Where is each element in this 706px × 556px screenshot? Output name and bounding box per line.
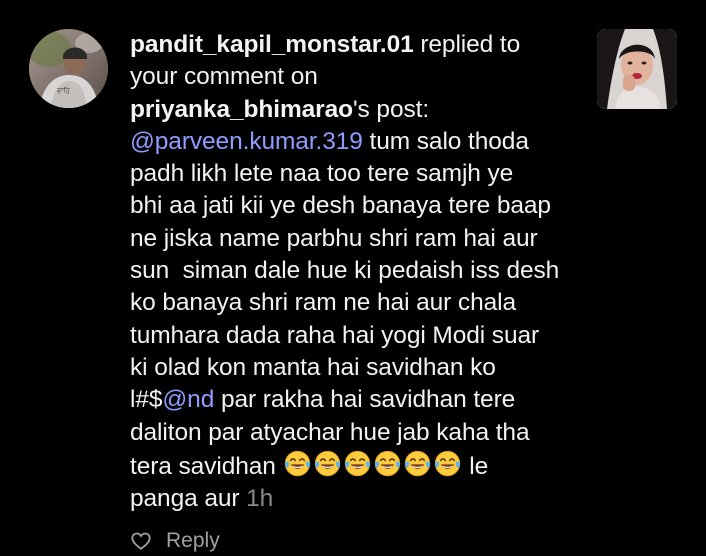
face-with-tears-of-joy-icon [344, 450, 370, 477]
post-thumbnail[interactable] [597, 29, 677, 109]
comment-text: l#$ [130, 386, 163, 414]
comment-line: ko banaya shri ram ne hai aur chala [130, 289, 517, 317]
comment-line: ne jiska name parbhu shri ram hai aur [130, 224, 538, 252]
comment-line: l#$@nd par rakha hai savidhan tere [130, 384, 582, 416]
face-with-tears-of-joy-icon [434, 450, 460, 477]
comment-line: bhi aa jati kii ye desh banaya tere baap [130, 192, 551, 220]
reply-notification[interactable]: ਵਾਹਿ pandit_kapil_monstar.01 replied to … [0, 0, 706, 552]
post-suffix: 's post: [352, 95, 430, 123]
comment-line: @parveen.kumar.319 tum salo thoda [130, 126, 582, 158]
notification-text: pandit_kapil_monstar.01 replied to your … [130, 29, 582, 515]
comment-text: tera savidhan [130, 452, 283, 480]
comment-text: panga aur [130, 485, 247, 513]
heart-outline-icon[interactable] [130, 530, 152, 552]
header-line-2: your comment on [130, 63, 318, 91]
emoji-group [283, 450, 463, 480]
header-line-1: pandit_kapil_monstar.01 replied to [130, 29, 582, 61]
comment-line: tera savidhan le [130, 449, 582, 483]
comment-text: le [462, 452, 489, 480]
reply-button[interactable]: Reply [166, 529, 220, 553]
mention-link[interactable]: @nd [162, 386, 214, 413]
face-with-tears-of-joy-icon [284, 450, 310, 477]
post-owner-username[interactable]: priyanka_bhimarao [130, 96, 353, 123]
timestamp: 1h [246, 485, 274, 513]
action-row: Reply [130, 526, 220, 556]
face-with-tears-of-joy-icon [314, 450, 340, 477]
actor-avatar[interactable]: ਵਾਹਿ [29, 29, 108, 108]
actor-username[interactable]: pandit_kapil_monstar.01 [130, 31, 414, 58]
comment-text: tum salo thoda [362, 127, 529, 155]
comment-line: tumhara dada raha hai yogi Modi suar [130, 321, 540, 349]
comment-line: sun siman dale hue ki pedaish iss desh [130, 257, 560, 285]
comment-line: ki olad kon manta hai savidhan ko [130, 353, 496, 381]
mention-link[interactable]: @parveen.kumar.319 [130, 128, 363, 155]
comment-line: padh likh lete naa too tere samjh ye [130, 160, 514, 188]
comment-text: par rakha hai savidhan tere [214, 386, 516, 414]
face-with-tears-of-joy-icon [404, 450, 430, 477]
action-text: replied to [413, 31, 521, 58]
face-with-tears-of-joy-icon [374, 450, 400, 477]
comment-line: panga aur 1h [130, 483, 582, 515]
comment-line: daliton par atyachar hue jab kaha tha [130, 418, 530, 446]
svg-text:ਵਾਹਿ: ਵਾਹਿ [56, 87, 71, 95]
header-line-3: priyanka_bhimarao's post: [130, 94, 582, 126]
